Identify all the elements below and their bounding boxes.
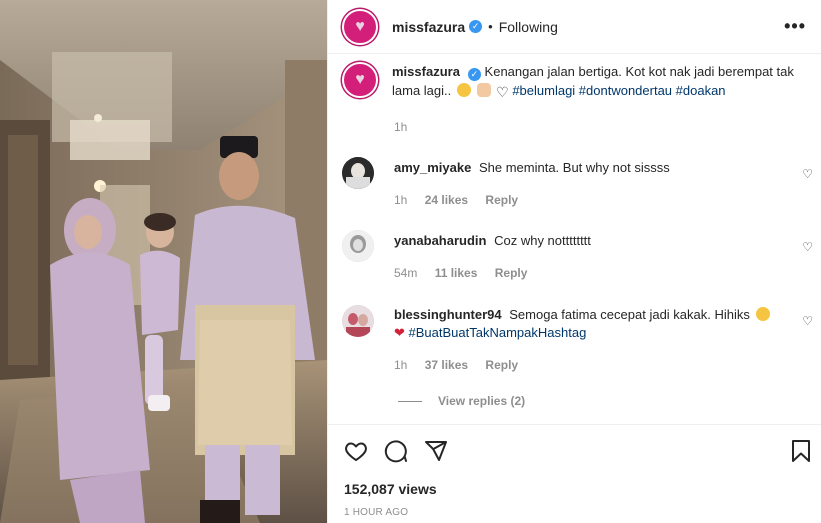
comment-username[interactable]: amy_miyake: [394, 160, 471, 175]
reply-button[interactable]: Reply: [495, 266, 528, 280]
comment-time: 54m: [394, 266, 418, 280]
commenter-avatar[interactable]: [342, 157, 374, 189]
grinning-sweat-emoji-icon: [456, 83, 471, 97]
avatar-image: [342, 305, 374, 337]
caption-author-avatar[interactable]: ♥: [342, 62, 378, 98]
comment-text: Semoga fatima cecepat jadi kakak. Hihiks: [509, 307, 750, 322]
comment-meta: 54m 11 likes Reply: [394, 266, 541, 280]
verified-badge-icon: ✓: [469, 20, 483, 33]
comment-like-heart-icon[interactable]: ♡: [802, 314, 813, 328]
heart-icon[interactable]: [344, 439, 368, 466]
comment-item: amy_miyake She meminta. But why not siss…: [342, 157, 808, 189]
post-actions-bar: 152,087 views 1 HOUR AGO: [328, 424, 821, 523]
heart-logo-icon: ♥: [355, 71, 365, 88]
post-video[interactable]: [0, 0, 327, 523]
reply-button[interactable]: Reply: [485, 358, 518, 372]
comment-item: blessinghunter94 Semoga fatima cecepat j…: [342, 305, 808, 342]
comment-username[interactable]: blessinghunter94: [394, 307, 502, 322]
caption-text-block: missfazura ✓ Kenangan jalan bertiga. Kot …: [392, 62, 802, 102]
post-caption: ♥ missfazura ✓ Kenangan jalan bertiga. Ko…: [342, 62, 808, 102]
comment-time: 1h: [394, 193, 408, 207]
comment-likes[interactable]: 24 likes: [425, 193, 468, 207]
post-side-panel: ♥ missfazura ✓ • Following ••• ♥ missfaz…: [327, 0, 821, 523]
reply-button[interactable]: Reply: [485, 193, 518, 207]
video-frame-image: [0, 0, 327, 523]
share-icon[interactable]: [424, 439, 448, 466]
white-heart-emoji-icon: ♡: [496, 84, 509, 100]
comment-hashtag[interactable]: #BuatBuatTakNampakHashtag: [409, 325, 587, 340]
comment-item: yanabaharudin Coz why notttttttt: [342, 230, 808, 262]
author-username[interactable]: missfazura: [392, 19, 465, 35]
verified-badge-icon: ✓: [467, 68, 481, 81]
comment-likes[interactable]: 11 likes: [435, 266, 478, 280]
replies-divider-line: [398, 400, 422, 402]
comment-meta: 1h 37 likes Reply: [394, 358, 532, 372]
caption-hashtags[interactable]: #belumlagi #dontwondertau #doakan: [512, 83, 725, 98]
comment-meta: 1h 24 likes Reply: [394, 193, 532, 207]
post-timestamp: 1 HOUR AGO: [344, 507, 409, 518]
avatar-image: [342, 230, 374, 262]
post-header: ♥ missfazura ✓ • Following •••: [328, 0, 821, 54]
author-avatar[interactable]: ♥: [342, 8, 378, 45]
comment-text: Coz why notttttttt: [494, 233, 591, 248]
grinning-face-emoji-icon: [755, 307, 770, 321]
comment-icon[interactable]: [384, 439, 408, 466]
comment-like-heart-icon[interactable]: ♡: [802, 240, 813, 254]
more-options-icon[interactable]: •••: [784, 16, 806, 37]
comment-username[interactable]: yanabaharudin: [394, 233, 486, 248]
comment-time: 1h: [394, 358, 408, 372]
comment-like-heart-icon[interactable]: ♡: [802, 167, 813, 181]
comment-text: She meminta. But why not sissss: [478, 160, 670, 175]
bookmark-icon[interactable]: [790, 439, 812, 466]
commenter-avatar[interactable]: [342, 230, 374, 262]
comment-likes[interactable]: 37 likes: [425, 358, 468, 372]
separator-dot: •: [488, 19, 493, 34]
view-count[interactable]: 152,087 views: [344, 481, 437, 497]
avatar-image: [342, 157, 374, 189]
red-heart-emoji-icon: ❤: [394, 325, 405, 340]
caption-username[interactable]: missfazura: [392, 64, 460, 79]
following-button[interactable]: Following: [499, 19, 558, 35]
heart-logo-icon: ♥: [355, 17, 365, 35]
view-replies-button[interactable]: View replies (2): [398, 394, 525, 408]
caption-time: 1h: [394, 120, 408, 134]
view-replies-label: View replies (2): [438, 394, 526, 408]
commenter-avatar[interactable]: [342, 305, 374, 337]
praying-hands-emoji-icon: [476, 83, 491, 97]
instagram-post-view: ♥ missfazura ✓ • Following ••• ♥ missfaz…: [0, 0, 821, 523]
